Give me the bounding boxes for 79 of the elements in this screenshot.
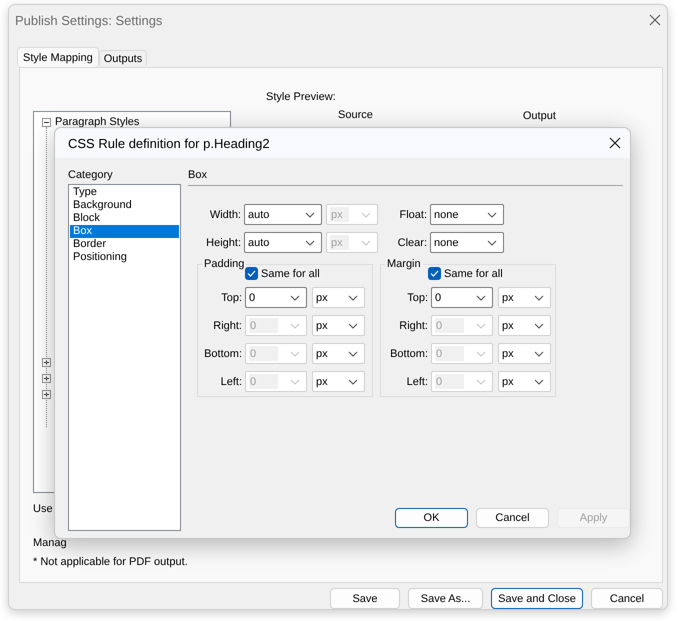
checkbox[interactable]: Same for all <box>428 267 503 280</box>
checkmark-icon <box>247 270 256 277</box>
checkbox[interactable]: Same for all <box>245 267 320 280</box>
chevron-down-icon <box>361 212 371 218</box>
dropdown[interactable]: 0 <box>431 287 493 308</box>
field-label: Left: <box>220 376 243 388</box>
close-icon[interactable] <box>609 137 621 149</box>
dialog-button[interactable]: Cancel <box>591 588 663 609</box>
field-label: Top: <box>406 292 429 304</box>
field-label: Clear: <box>396 236 428 248</box>
chevron-down-icon <box>290 378 300 384</box>
field-label: Right: <box>398 320 429 332</box>
category-item[interactable]: Type <box>70 186 179 199</box>
group-title: Margin <box>387 258 421 270</box>
option-label: Manag <box>33 537 68 549</box>
chevron-down-icon <box>361 240 371 246</box>
footnote: * Not applicable for PDF output. <box>33 556 189 568</box>
field-label: Right: <box>212 320 243 332</box>
unit-dropdown[interactable]: px <box>498 287 551 308</box>
chevron-down-icon <box>534 378 544 384</box>
expand-icon[interactable] <box>42 374 51 382</box>
category-item[interactable]: Positioning <box>70 251 179 264</box>
expand-icon[interactable] <box>42 390 51 398</box>
category-item[interactable]: Background <box>70 199 179 212</box>
dialog-button[interactable]: Save and Close <box>491 588 583 609</box>
chevron-down-icon <box>476 294 486 300</box>
tab[interactable]: Style Mapping <box>17 47 99 67</box>
chevron-down-icon <box>534 294 544 300</box>
chevron-down-icon <box>476 350 486 356</box>
preview-label: Style Preview: <box>266 91 336 103</box>
category-item[interactable]: Box <box>70 225 179 238</box>
column-header: Output <box>522 110 556 122</box>
field-label: Bottom: <box>389 348 429 360</box>
category-item[interactable]: Block <box>70 212 179 225</box>
dropdown[interactable]: auto <box>244 204 322 225</box>
dialog-button[interactable]: Save As... <box>408 588 483 609</box>
dialog-button[interactable]: Cancel <box>476 508 549 528</box>
chevron-down-icon <box>476 322 486 328</box>
group-title: Padding <box>204 258 244 270</box>
close-icon[interactable] <box>649 14 661 26</box>
field-label: Height: <box>205 236 242 248</box>
chevron-down-icon <box>348 294 358 300</box>
dialog-button[interactable]: OK <box>395 508 468 528</box>
column-header: Source <box>338 109 373 122</box>
chevron-down-icon <box>487 212 497 218</box>
chevron-down-icon <box>348 378 358 384</box>
dropdown[interactable]: 0 <box>245 287 307 308</box>
dialog-button[interactable]: Save <box>330 588 400 609</box>
chevron-down-icon <box>290 350 300 356</box>
tab[interactable]: Outputs <box>98 50 148 67</box>
expand-icon[interactable] <box>42 358 51 366</box>
chevron-down-icon <box>290 294 300 300</box>
category-item[interactable]: Border <box>70 238 179 251</box>
collapse-icon[interactable] <box>42 118 51 126</box>
chevron-down-icon <box>534 322 544 328</box>
section-title: Box <box>188 169 207 181</box>
field-label: Bottom: <box>203 348 243 360</box>
chevron-down-icon <box>476 378 486 384</box>
chevron-down-icon <box>348 350 358 356</box>
checkmark-icon <box>430 270 439 277</box>
option-label: Use <box>33 503 54 515</box>
field-label: Left: <box>406 376 429 388</box>
chevron-down-icon <box>487 240 497 246</box>
chevron-down-icon <box>348 322 358 328</box>
chevron-down-icon <box>290 322 300 328</box>
category-label: Category <box>68 169 114 181</box>
dropdown[interactable]: none <box>430 232 504 253</box>
tree-item[interactable]: Paragraph Styles <box>55 116 140 128</box>
unit-dropdown[interactable]: px <box>312 287 365 308</box>
dropdown[interactable]: none <box>430 204 504 225</box>
window-title: Publish Settings: Settings <box>15 12 162 28</box>
dialog-title: CSS Rule definition for p.Heading2 <box>68 136 270 150</box>
dropdown[interactable]: auto <box>244 232 322 253</box>
field-label: Float: <box>398 208 428 220</box>
field-label: Top: <box>220 292 243 304</box>
chevron-down-icon <box>305 212 315 218</box>
chevron-down-icon <box>534 350 544 356</box>
field-label: Width: <box>208 208 242 220</box>
chevron-down-icon <box>305 240 315 246</box>
